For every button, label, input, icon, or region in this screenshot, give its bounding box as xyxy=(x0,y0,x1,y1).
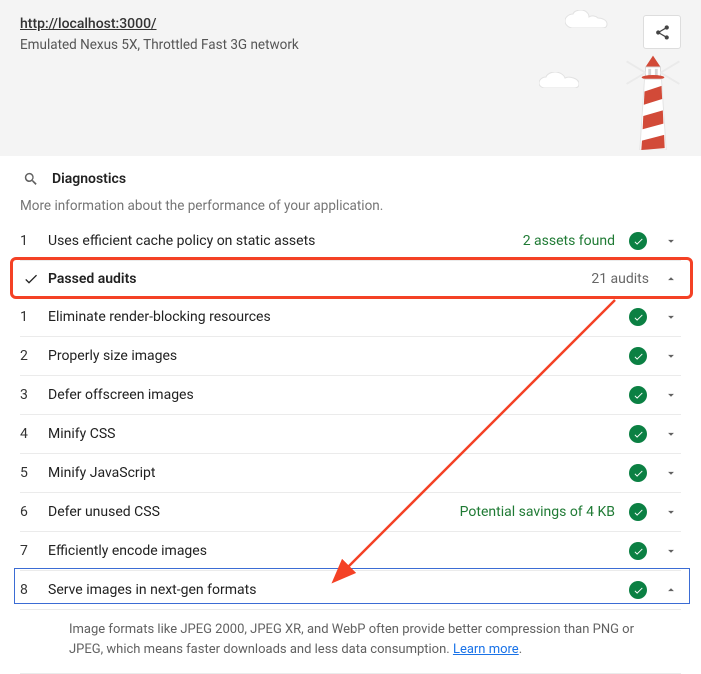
learn-more-link[interactable]: Learn more xyxy=(453,642,519,657)
pass-check-icon xyxy=(629,386,647,404)
audit-label: Minify JavaScript xyxy=(48,465,623,481)
chevron-down-icon[interactable] xyxy=(663,465,679,481)
audit-number: 2 xyxy=(20,348,42,364)
passed-audit-item[interactable]: 3 Defer offscreen images xyxy=(20,376,681,415)
audit-label: Minify CSS xyxy=(48,426,623,442)
audit-number: 1 xyxy=(20,233,42,249)
pass-check-icon xyxy=(629,542,647,560)
passed-audit-item[interactable]: 7 Efficiently encode images xyxy=(20,532,681,571)
passed-audit-item[interactable]: 5 Minify JavaScript xyxy=(20,454,681,493)
lighthouse-logo-icon xyxy=(623,50,683,150)
checkmark-icon xyxy=(20,271,42,287)
chevron-up-icon[interactable] xyxy=(663,582,679,598)
audit-value: Potential savings of 4 KB xyxy=(460,504,615,520)
cloud-decoration-icon xyxy=(539,72,579,88)
audit-number: 3 xyxy=(20,387,42,403)
passed-audits-header[interactable]: Passed audits 21 audits xyxy=(20,261,681,298)
passed-audits-title: Passed audits xyxy=(48,271,585,287)
magnifier-icon xyxy=(20,168,42,190)
passed-audit-item[interactable]: 4 Minify CSS xyxy=(20,415,681,454)
audit-label: Serve images in next-gen formats xyxy=(48,582,623,598)
chevron-up-icon[interactable] xyxy=(663,271,679,287)
share-button[interactable] xyxy=(643,15,681,49)
pass-check-icon xyxy=(629,464,647,482)
audit-value: 2 assets found xyxy=(523,233,615,249)
diagnostics-title: Diagnostics xyxy=(52,171,126,187)
cloud-decoration-icon xyxy=(565,10,609,28)
passed-audit-item[interactable]: 8 Serve images in next-gen formats xyxy=(20,571,681,610)
chevron-down-icon[interactable] xyxy=(663,426,679,442)
audit-number: 6 xyxy=(20,504,42,520)
audit-label: Uses efficient cache policy on static as… xyxy=(48,233,517,249)
pass-check-icon xyxy=(629,503,647,521)
chevron-down-icon[interactable] xyxy=(663,504,679,520)
audit-label: Efficiently encode images xyxy=(48,543,623,559)
audit-label: Defer offscreen images xyxy=(48,387,623,403)
audit-label: Eliminate render-blocking resources xyxy=(48,309,623,325)
audit-number: 8 xyxy=(20,582,42,598)
passed-audit-item[interactable]: 6 Defer unused CSS Potential savings of 4 … xyxy=(20,493,681,532)
audit-label: Defer unused CSS xyxy=(48,504,454,520)
audit-detail: Image formats like JPEG 2000, JPEG XR, a… xyxy=(20,610,681,674)
audit-number: 4 xyxy=(20,426,42,442)
report-header: http://localhost:3000/ Emulated Nexus 5X… xyxy=(0,0,701,156)
passed-audit-item[interactable]: 1 Eliminate render-blocking resources xyxy=(20,298,681,337)
pass-check-icon xyxy=(629,232,647,250)
audit-number: 7 xyxy=(20,543,42,559)
chevron-down-icon[interactable] xyxy=(663,233,679,249)
chevron-down-icon[interactable] xyxy=(663,543,679,559)
chevron-down-icon[interactable] xyxy=(663,387,679,403)
audit-number: 5 xyxy=(20,465,42,481)
pass-check-icon xyxy=(629,308,647,326)
diagnostic-item[interactable]: 1 Uses efficient cache policy on static … xyxy=(20,222,681,261)
audit-detail-text: Image formats like JPEG 2000, JPEG XR, a… xyxy=(69,622,634,657)
pass-check-icon xyxy=(629,347,647,365)
audit-label: Properly size images xyxy=(48,348,623,364)
report-env: Emulated Nexus 5X, Throttled Fast 3G net… xyxy=(20,37,681,53)
diagnostics-subtitle: More information about the performance o… xyxy=(20,198,681,214)
pass-check-icon xyxy=(629,581,647,599)
chevron-down-icon[interactable] xyxy=(663,348,679,364)
share-icon xyxy=(654,24,671,41)
pass-check-icon xyxy=(629,425,647,443)
chevron-down-icon[interactable] xyxy=(663,309,679,325)
diagnostics-header: Diagnostics xyxy=(20,168,681,190)
passed-audit-item[interactable]: 2 Properly size images xyxy=(20,337,681,376)
passed-audits-count: 21 audits xyxy=(591,271,649,287)
audit-number: 1 xyxy=(20,309,42,325)
